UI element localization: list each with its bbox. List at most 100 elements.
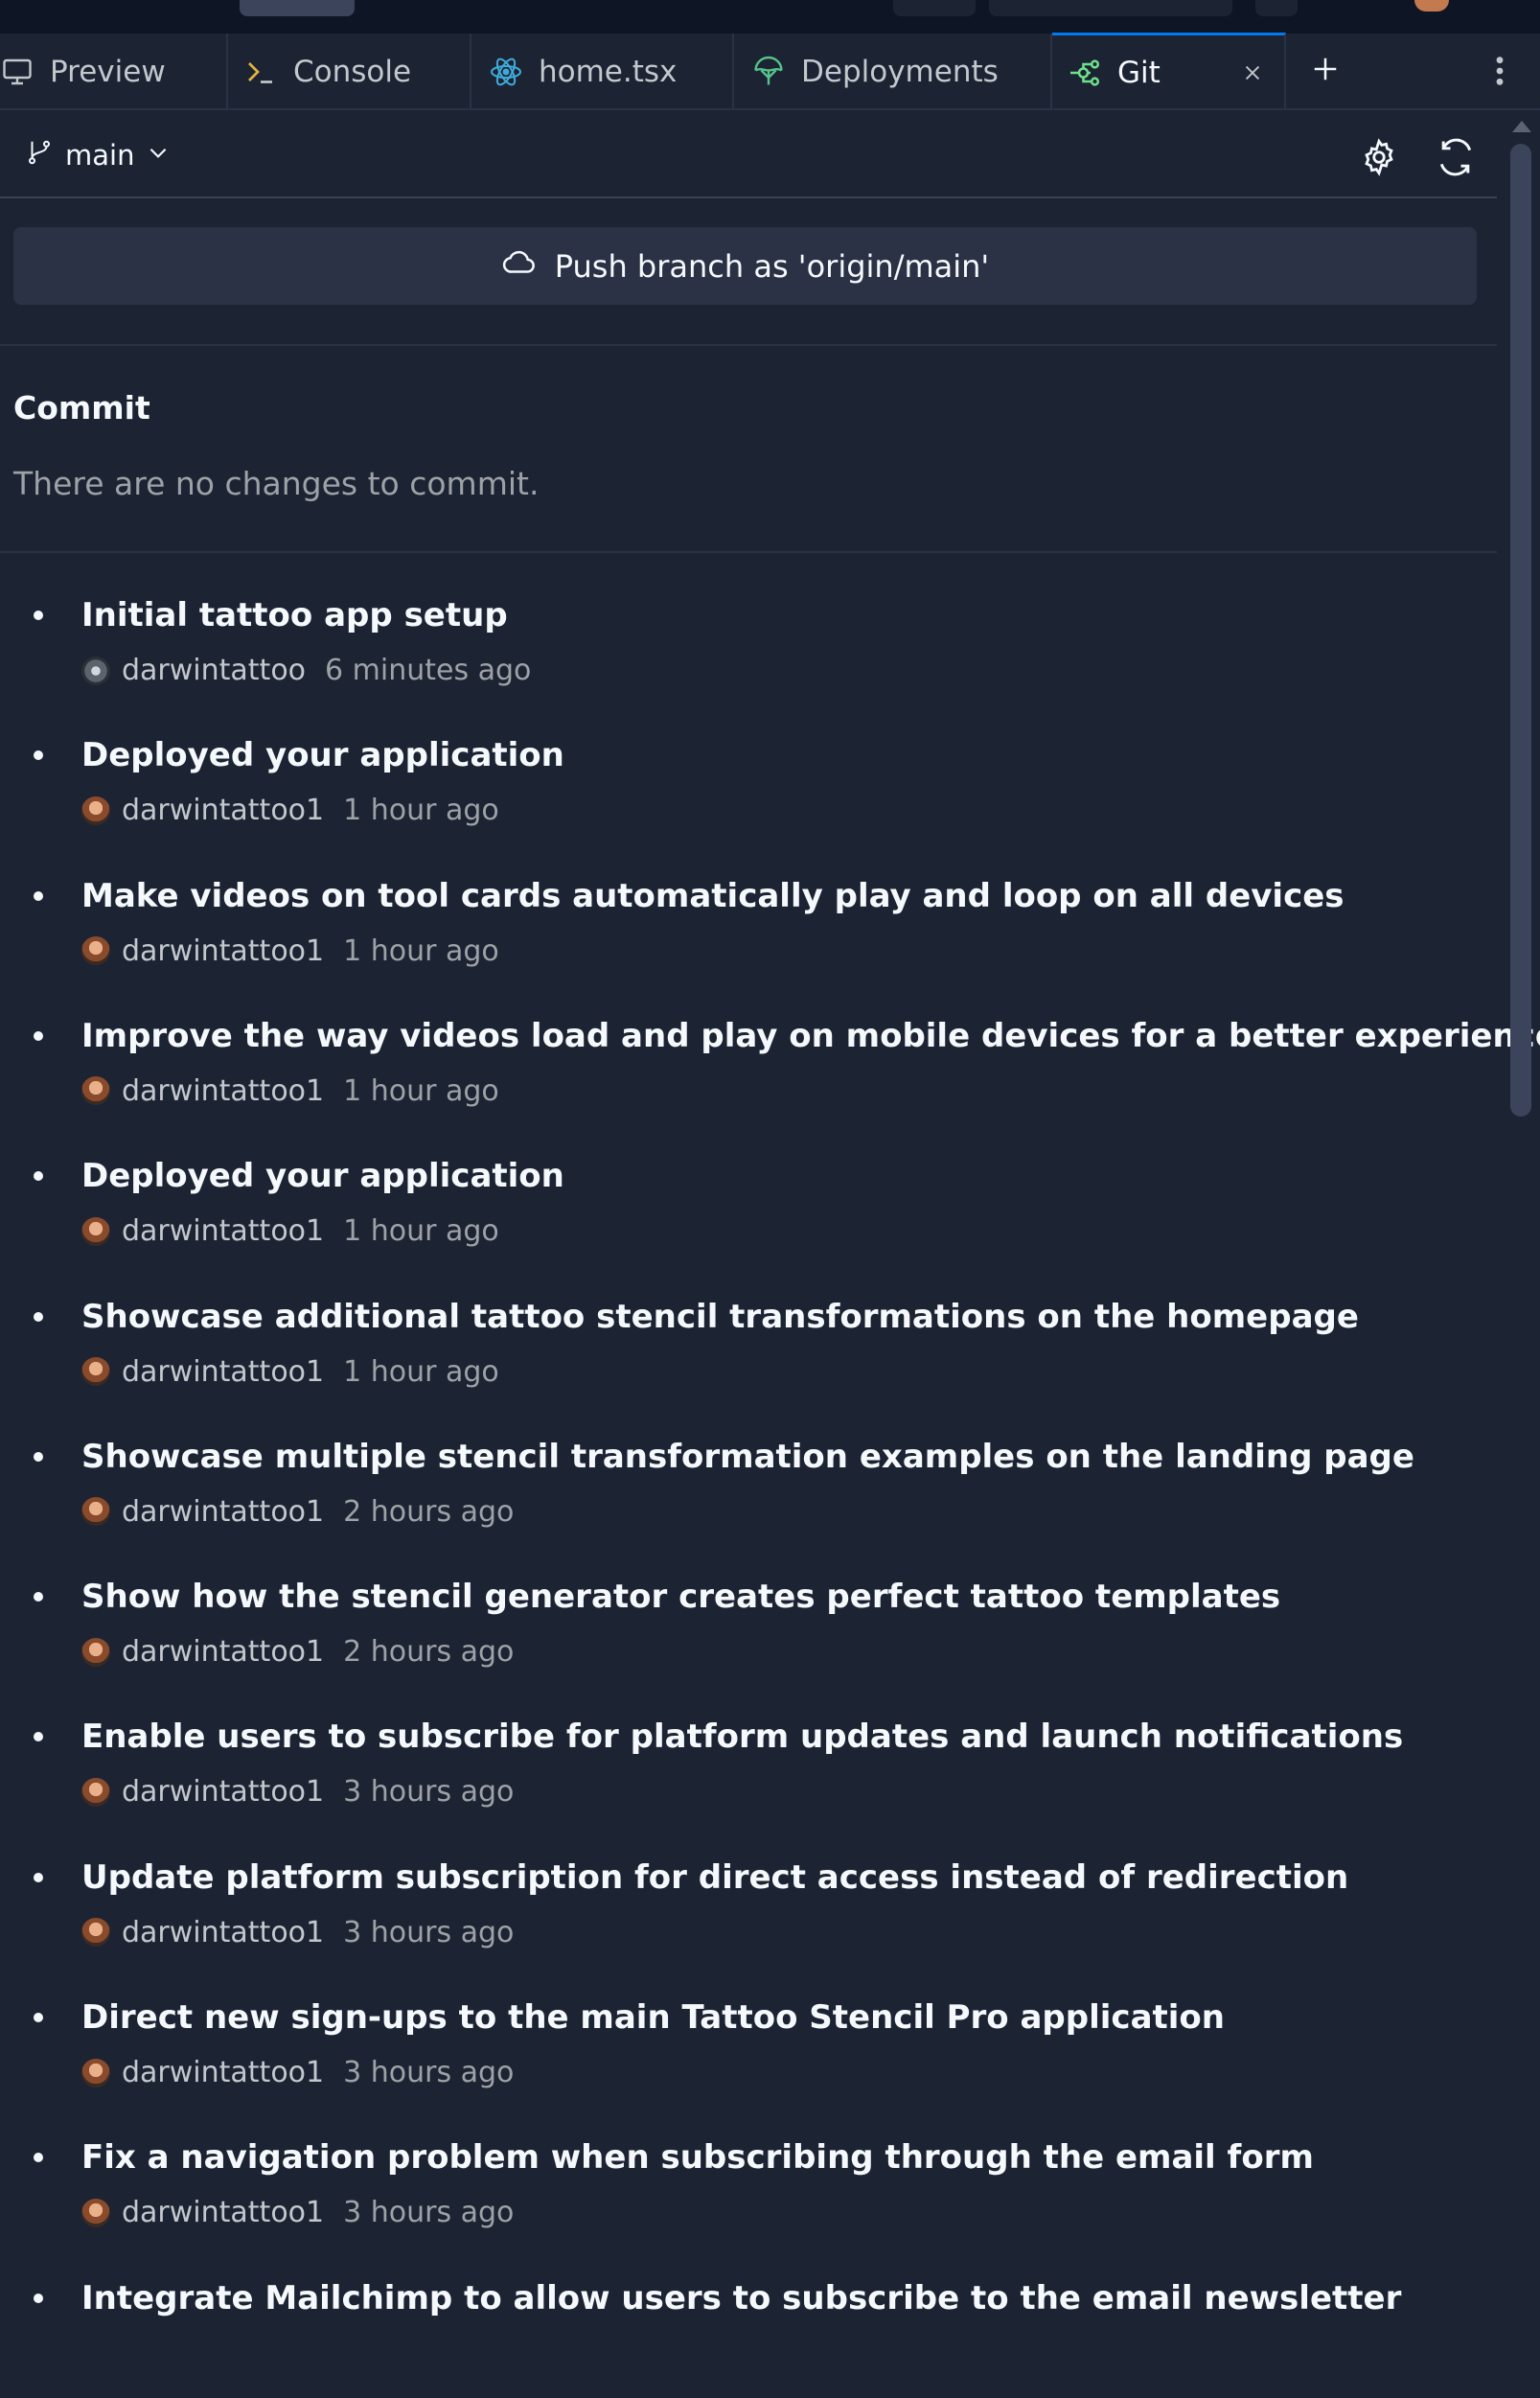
- refresh-icon[interactable]: [1432, 133, 1480, 181]
- commit-time: 2 hours ago: [343, 1494, 515, 1529]
- avatar: [81, 795, 110, 825]
- commit-time: 3 hours ago: [343, 1775, 515, 1810]
- commit-author: darwintattoo1: [122, 2056, 325, 2089]
- settings-icon[interactable]: [1355, 133, 1403, 181]
- commit-bullet: [34, 1171, 43, 1182]
- divider: [0, 551, 1497, 553]
- commit-time: 1 hour ago: [343, 794, 499, 828]
- avatar: [81, 1918, 110, 1948]
- commit-message: Update platform subscription for direct …: [81, 1857, 1349, 1897]
- divider: [0, 344, 1497, 346]
- commit-author: darwintattoo1: [122, 1214, 325, 1249]
- branch-icon: [25, 138, 54, 173]
- tab-git[interactable]: Git: [1052, 33, 1286, 109]
- tab-console[interactable]: Console: [228, 34, 471, 110]
- commit-author: darwintattoo1: [122, 1073, 325, 1108]
- commit-meta: darwintattoo1 3 hours ago: [81, 2196, 514, 2229]
- commit-item[interactable]: Showcase multiple stencil transformation…: [0, 1417, 1497, 1556]
- commit-message: Showcase additional tattoo stencil trans…: [81, 1297, 1359, 1336]
- commit-bullet: [34, 1592, 43, 1603]
- commit-message: Direct new sign-ups to the main Tattoo S…: [81, 1998, 1225, 2037]
- avatar: [81, 2058, 110, 2087]
- tab-preview[interactable]: Preview: [0, 34, 228, 110]
- commit-author: darwintattoo1: [122, 1915, 325, 1949]
- commit-message: Initial tattoo app setup: [81, 596, 508, 634]
- cloud-icon: [501, 244, 538, 288]
- commit-item[interactable]: Enable users to subscribe for platform u…: [0, 1696, 1497, 1836]
- top-ghost-tab: [893, 0, 976, 16]
- deploy-icon: [751, 55, 786, 89]
- avatar: [81, 1497, 110, 1527]
- commit-bullet: [34, 2153, 43, 2163]
- scroll-up-arrow[interactable]: [1512, 121, 1531, 132]
- branch-name: main: [65, 139, 135, 172]
- commit-time: 1 hour ago: [343, 1214, 499, 1249]
- commit-time: 1 hour ago: [343, 1354, 499, 1389]
- commit-author: darwintattoo1: [122, 1635, 325, 1670]
- push-branch-button[interactable]: Push branch as 'origin/main': [13, 227, 1477, 305]
- commit-time: 3 hours ago: [343, 2056, 515, 2089]
- avatar: [81, 1777, 110, 1807]
- commit-item[interactable]: Direct new sign-ups to the main Tattoo S…: [0, 1977, 1497, 2117]
- avatar: [81, 1637, 110, 1667]
- commit-message: Make videos on tool cards automatically …: [81, 876, 1345, 915]
- git-icon: [1068, 56, 1102, 90]
- avatar: [81, 656, 110, 685]
- top-ghost-tab: [1255, 0, 1298, 16]
- tab-label: Console: [293, 55, 412, 89]
- commit-item[interactable]: Integrate Mailchimp to allow users to su…: [0, 2258, 1497, 2398]
- commit-item[interactable]: Make videos on tool cards automatically …: [0, 856, 1497, 996]
- commit-author: darwintattoo1: [122, 1775, 325, 1810]
- commit-meta: darwintattoo1 2 hours ago: [81, 1635, 514, 1669]
- scrollbar-thumb[interactable]: [1510, 144, 1531, 1117]
- commit-meta: darwintattoo1 1 hour ago: [81, 1355, 499, 1389]
- commit-author: darwintattoo1: [122, 934, 325, 968]
- commit-heading: Commit: [13, 389, 150, 427]
- commit-bullet: [34, 611, 43, 620]
- commit-time: 3 hours ago: [343, 1915, 515, 1949]
- commit-meta: darwintattoo1 2 hours ago: [81, 1495, 514, 1529]
- top-ghost-tab: [989, 0, 1232, 16]
- commit-bullet: [34, 1872, 43, 1882]
- avatar: [81, 1216, 110, 1246]
- commit-item[interactable]: Showcase additional tattoo stencil trans…: [0, 1277, 1497, 1417]
- commit-bullet: [34, 2293, 43, 2303]
- commit-item[interactable]: Deployed your application darwintattoo1 1 …: [0, 715, 1497, 855]
- no-changes-message: There are no changes to commit.: [13, 465, 540, 502]
- commit-time: 6 minutes ago: [325, 654, 532, 687]
- branch-selector[interactable]: main: [25, 133, 171, 177]
- tab-label: Git: [1117, 55, 1161, 90]
- commit-message: Deployed your application: [81, 1157, 564, 1196]
- commit-item[interactable]: Initial tattoo app setup darwintattoo 6 mi…: [0, 575, 1497, 715]
- tab-label: home.tsx: [539, 55, 678, 89]
- commit-item[interactable]: Show how the stencil generator creates p…: [0, 1556, 1497, 1696]
- tab-deployments[interactable]: Deployments: [734, 34, 1052, 110]
- top-ghost-tab: [240, 0, 355, 16]
- commit-bullet: [34, 890, 43, 901]
- git-toolbar: main: [0, 112, 1497, 198]
- commit-bullet: [34, 1732, 43, 1742]
- commit-meta: darwintattoo1 3 hours ago: [81, 1916, 514, 1949]
- close-icon[interactable]: [1236, 57, 1269, 89]
- commit-author: darwintattoo: [122, 654, 307, 687]
- tab-label: Preview: [50, 55, 166, 89]
- commit-meta: darwintattoo1 1 hour ago: [81, 1074, 499, 1108]
- commit-item[interactable]: Deployed your application darwintattoo1 1 …: [0, 1136, 1497, 1276]
- user-avatar[interactable]: [1414, 0, 1449, 12]
- avatar: [81, 1076, 110, 1106]
- push-branch-label: Push branch as 'origin/main': [554, 247, 990, 285]
- tab-bar: Preview Console home.tsx Deployments Git: [0, 33, 1540, 110]
- commit-item[interactable]: Update platform subscription for direct …: [0, 1837, 1497, 1977]
- commit-item[interactable]: Improve the way videos load and play on …: [0, 996, 1540, 1136]
- react-icon: [489, 55, 523, 89]
- avatar: [81, 1357, 110, 1386]
- commit-author: darwintattoo1: [122, 1354, 325, 1389]
- tab-home-tsx[interactable]: home.tsx: [471, 34, 734, 110]
- commit-author: darwintattoo1: [122, 1494, 325, 1529]
- commit-bullet: [34, 1030, 43, 1041]
- more-options-icon[interactable]: [1485, 52, 1514, 90]
- commit-meta: darwintattoo1 1 hour ago: [81, 1214, 499, 1248]
- commit-message: Improve the way videos load and play on …: [81, 1016, 1540, 1055]
- add-tab-icon[interactable]: [1308, 52, 1343, 86]
- commit-item[interactable]: Fix a navigation problem when subscribin…: [0, 2117, 1497, 2257]
